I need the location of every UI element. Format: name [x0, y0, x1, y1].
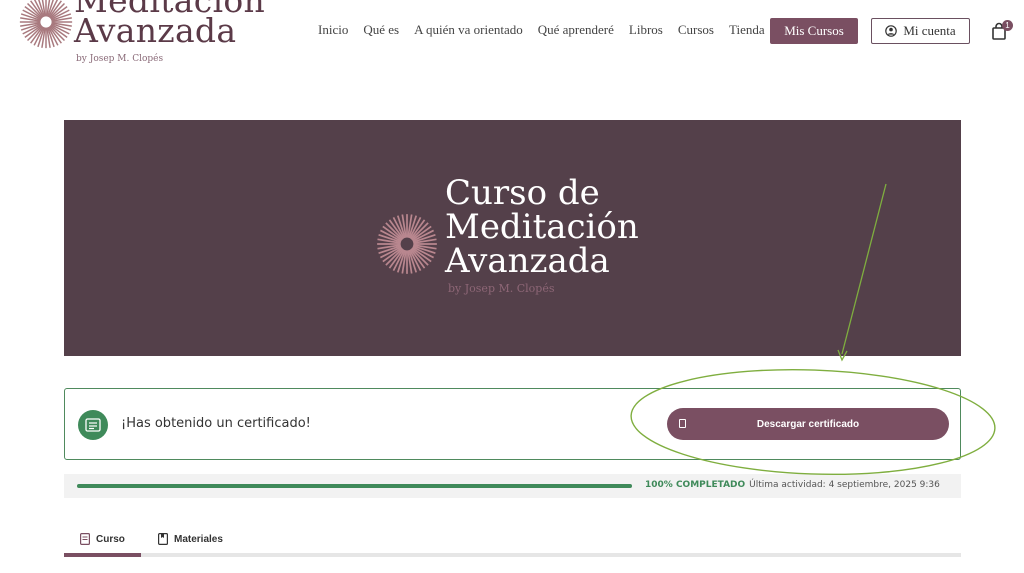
download-certificate-button[interactable]: Descargar certificado	[667, 408, 949, 440]
mis-cursos-button[interactable]: Mis Cursos	[770, 18, 858, 44]
banner-title: Curso de Meditación Avanzada	[445, 173, 639, 281]
document-icon	[679, 419, 686, 428]
certificate-message: ¡Has obtenido un certificado!	[121, 416, 311, 431]
nav-cursos[interactable]: Cursos	[678, 22, 714, 38]
tab-curso-label: Curso	[96, 533, 125, 545]
nav-a-quien-va-orientado[interactable]: A quién va orientado	[414, 22, 523, 38]
sunburst-logo-icon	[377, 214, 437, 274]
tab-materiales[interactable]: Materiales	[158, 524, 223, 554]
cart-count-badge: 1	[1002, 20, 1013, 31]
last-activity: Última actividad: 4 septiembre, 2025 9:3…	[749, 480, 940, 490]
main-nav: Inicio Qué es A quién va orientado Qué a…	[318, 22, 780, 38]
tab-materiales-label: Materiales	[174, 533, 223, 545]
mi-cuenta-button[interactable]: Mi cuenta	[871, 18, 970, 44]
course-progress: 100% COMPLETADO Última actividad: 4 septi…	[64, 474, 961, 498]
bookmark-icon	[158, 533, 168, 545]
mi-cuenta-label: Mi cuenta	[903, 23, 956, 38]
download-certificate-label: Descargar certificado	[756, 418, 860, 430]
logo-title: Meditación Avanzada	[74, 0, 266, 50]
nav-inicio[interactable]: Inicio	[318, 22, 348, 38]
logo-subtitle: by Josep M. Clopés	[76, 54, 164, 64]
tab-curso[interactable]: Curso	[80, 524, 125, 554]
nav-que-es[interactable]: Qué es	[363, 22, 399, 38]
progress-status: 100% COMPLETADO Última actividad: 4 septi…	[645, 480, 940, 490]
progress-bar	[77, 484, 632, 488]
course-tabs: Curso Materiales	[64, 524, 961, 557]
user-circle-icon	[885, 25, 898, 37]
progress-percent: 100% COMPLETADO	[645, 480, 746, 490]
banner-subtitle: by Josep M. Clopés	[448, 282, 555, 295]
certificate-panel: ¡Has obtenido un certificado! Descargar …	[64, 388, 961, 460]
site-logo[interactable]: Meditación Avanzada by Josep M. Clopés	[18, 0, 265, 70]
nav-libros[interactable]: Libros	[629, 22, 663, 38]
progress-bar-fill	[77, 484, 632, 488]
tabs-underline	[64, 553, 961, 557]
active-tab-indicator	[64, 553, 141, 557]
book-icon	[80, 533, 90, 545]
nav-tienda[interactable]: Tienda	[729, 22, 765, 38]
course-banner: Curso de Meditación Avanzada by Josep M.…	[64, 120, 961, 356]
nav-que-aprendere[interactable]: Qué aprenderé	[538, 22, 614, 38]
sunburst-logo-icon	[19, 0, 73, 49]
certificate-icon	[78, 410, 108, 440]
